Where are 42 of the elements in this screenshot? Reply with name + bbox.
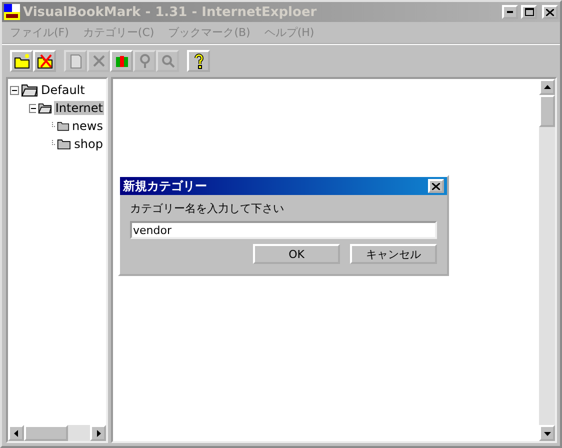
left-arrow-icon <box>12 430 20 436</box>
open-folder-icon <box>38 101 52 115</box>
dialog-prompt: カテゴリー名を入力して下さい <box>130 201 285 216</box>
close-icon <box>432 182 440 190</box>
folder-icon <box>56 119 69 133</box>
toolbar-button[interactable] <box>10 50 33 72</box>
close-icon <box>546 8 554 16</box>
new-folder-icon <box>14 53 30 69</box>
up-arrow-icon <box>544 84 550 90</box>
close-button[interactable] <box>542 5 558 19</box>
books-icon <box>114 53 130 69</box>
tree-item[interactable]: Internet <box>54 101 104 115</box>
open-folder-icon <box>21 83 38 97</box>
minimize-button[interactable] <box>502 5 518 19</box>
dialog-title: 新規カテゴリー <box>123 178 208 194</box>
delete-folder-icon <box>36 53 52 69</box>
input-field[interactable]: vendor <box>130 221 437 239</box>
tree-item[interactable]: news <box>70 119 104 133</box>
folder-icon <box>57 137 72 151</box>
maximize-icon <box>524 8 534 16</box>
app-icon <box>4 4 20 20</box>
vertical-scrollbar[interactable] <box>539 79 555 441</box>
minimize-icon <box>507 11 513 13</box>
dialog-button[interactable]: キャンセル <box>350 244 437 264</box>
document-icon <box>68 53 84 69</box>
collapse-icon[interactable] <box>29 104 36 112</box>
horizontal-scrollbar[interactable] <box>8 425 106 441</box>
scrollbar-thumb[interactable] <box>539 95 555 127</box>
tree-item[interactable]: shop <box>73 137 104 151</box>
close-button[interactable] <box>428 179 444 193</box>
collapse-icon[interactable] <box>10 86 19 94</box>
scrollbar-thumb[interactable] <box>24 425 68 441</box>
toolbar-button[interactable] <box>187 50 210 72</box>
window-title: VisualBookMark - 1.31 - InternetExploer <box>23 4 318 20</box>
right-arrow-icon <box>94 430 102 436</box>
search-icon <box>160 53 176 69</box>
toolbar-button[interactable] <box>33 50 56 72</box>
maximize-button[interactable] <box>521 5 537 19</box>
dialog-button[interactable]: OK <box>253 244 340 264</box>
cross-icon <box>90 53 106 69</box>
tree-item[interactable]: Default <box>40 83 86 97</box>
down-arrow-icon <box>544 430 550 436</box>
